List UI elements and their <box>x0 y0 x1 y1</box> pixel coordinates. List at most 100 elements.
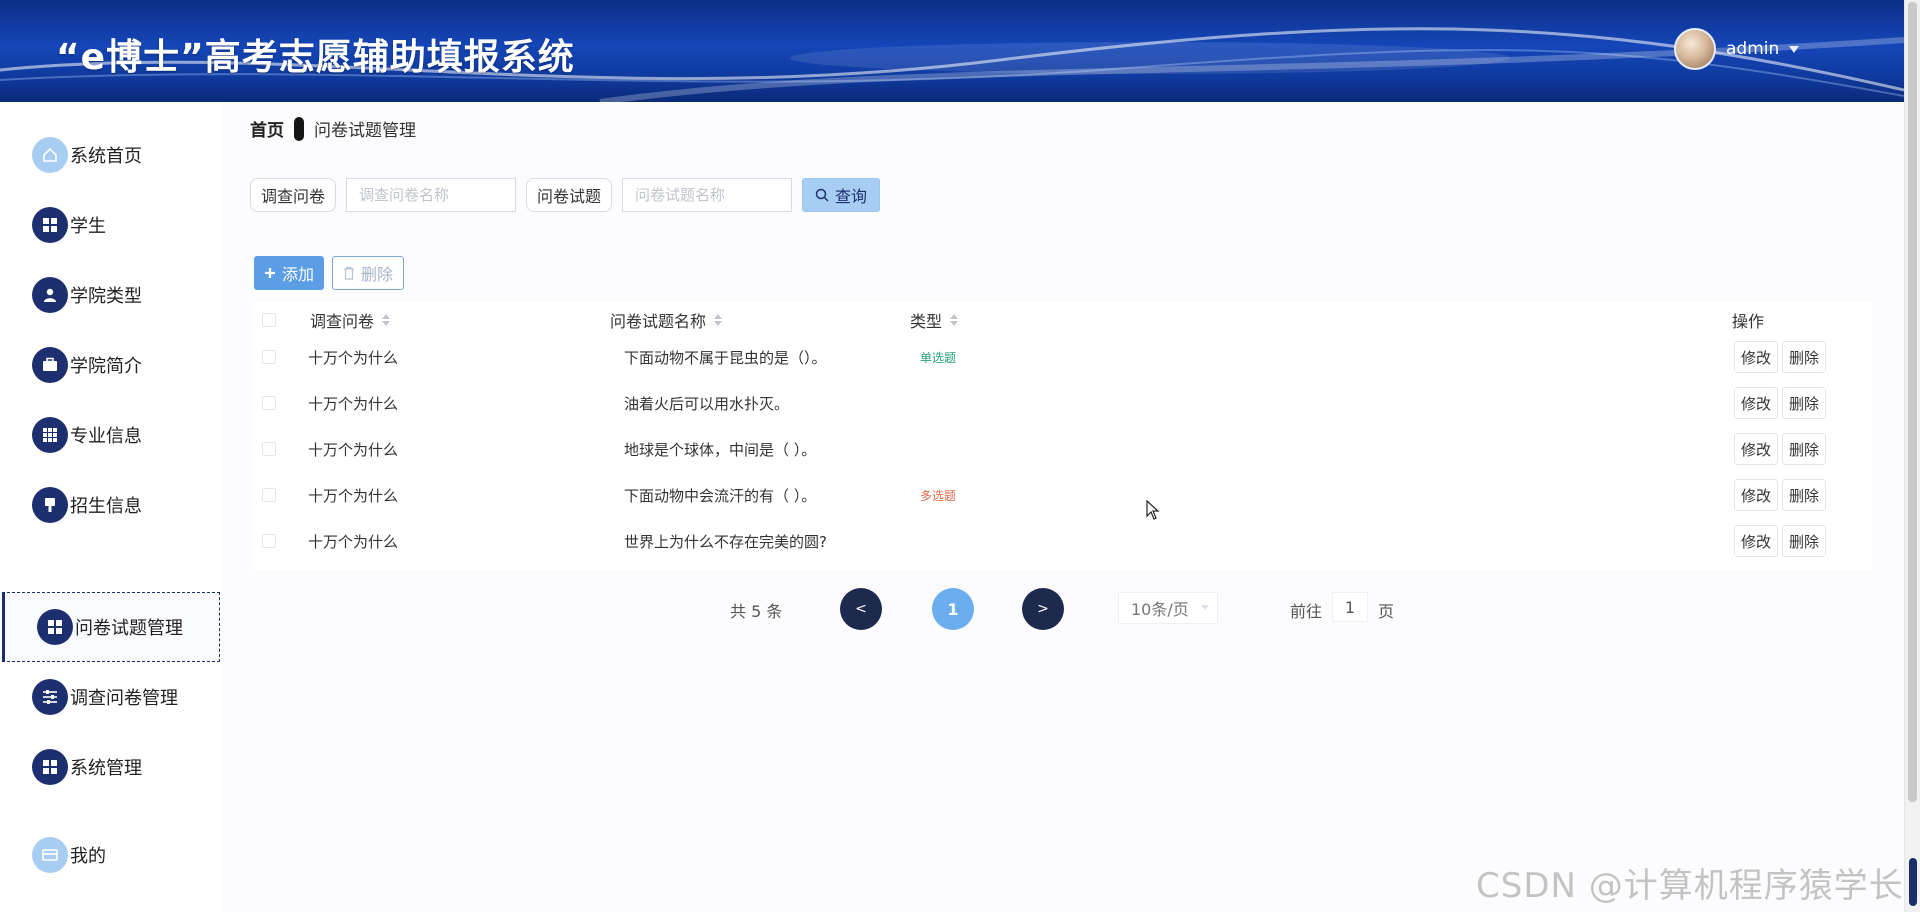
cell-survey: 十万个为什么 <box>308 440 399 459</box>
batch-delete-label: 删除 <box>361 265 394 284</box>
table-row[interactable]: 十万个为什么 地球是个球体，中间是（ ）。 修改 删除 <box>252 426 1872 472</box>
edit-button[interactable]: 修改 <box>1734 387 1779 419</box>
add-button[interactable]: 添加 <box>254 256 325 290</box>
type-badge: 多选题 <box>920 488 957 503</box>
next-page-button[interactable]: > <box>1022 588 1064 630</box>
sidebar-item-label: 专业信息 <box>70 426 142 447</box>
brush-icon <box>32 487 68 523</box>
row-checkbox[interactable] <box>262 488 276 502</box>
cell-question: 世界上为什么不存在完美的圆? <box>624 532 827 551</box>
briefcase-icon <box>32 347 68 383</box>
watermark: CSDN @计算机程序猿学长 <box>1476 866 1904 906</box>
survey-name-input[interactable] <box>346 178 517 212</box>
content-panel: 调查问卷 问卷试题 查询 添加 删除 调查问卷 <box>222 156 1904 912</box>
delete-button[interactable]: 删除 <box>1782 387 1827 419</box>
avatar[interactable] <box>1674 28 1716 70</box>
edit-button[interactable]: 修改 <box>1734 341 1779 373</box>
sidebar-item-college-intro[interactable]: 学院简介 <box>0 330 220 400</box>
sort-icon[interactable] <box>714 314 723 326</box>
scroll-indicator <box>1909 858 1917 906</box>
row-checkbox[interactable] <box>262 534 276 548</box>
breadcrumb-current: 问卷试题管理 <box>314 121 416 141</box>
column-header-type[interactable]: 类型 <box>910 302 959 338</box>
search-form: 调查问卷 问卷试题 查询 <box>250 178 881 212</box>
plus-icon <box>265 268 275 278</box>
sidebar-item-home[interactable]: 系统首页 <box>0 120 220 190</box>
page-number-button[interactable]: 1 <box>932 588 974 630</box>
prev-page-button[interactable]: < <box>840 588 882 630</box>
delete-button[interactable]: 删除 <box>1782 341 1827 373</box>
type-badge: 单选题 <box>920 350 957 365</box>
column-header-label: 类型 <box>910 312 943 331</box>
select-all-checkbox[interactable] <box>262 313 276 327</box>
mouse-cursor-icon <box>1146 500 1160 520</box>
grid-icon <box>32 207 68 243</box>
grid-icon <box>32 749 68 785</box>
cell-survey: 十万个为什么 <box>308 486 399 505</box>
edit-button[interactable]: 修改 <box>1734 433 1779 465</box>
column-header-label: 调查问卷 <box>310 312 375 331</box>
sidebar-item-label: 问卷试题管理 <box>75 618 183 639</box>
row-checkbox[interactable] <box>262 396 276 410</box>
sidebar-item-survey-management[interactable]: 调查问卷管理 <box>0 662 220 732</box>
breadcrumb-home[interactable]: 首页 <box>250 116 284 141</box>
edit-button[interactable]: 修改 <box>1734 525 1779 557</box>
goto-suffix: 页 <box>1378 602 1395 621</box>
user-icon <box>32 277 68 313</box>
sidebar-item-college-type[interactable]: 学院类型 <box>0 260 220 330</box>
add-button-label: 添加 <box>282 265 315 284</box>
row-checkbox[interactable] <box>262 442 276 456</box>
scrollbar-thumb[interactable] <box>1908 2 1917 802</box>
sidebar-item-major-info[interactable]: 专业信息 <box>0 400 220 470</box>
column-header-ops: 操作 <box>1732 302 1764 338</box>
sidebar-item-mine[interactable]: 我的 <box>0 820 220 890</box>
row-checkbox[interactable] <box>262 350 276 364</box>
edit-button[interactable]: 修改 <box>1734 479 1779 511</box>
question-field-label: 问卷试题 <box>526 178 613 212</box>
sidebar-item-student[interactable]: 学生 <box>0 190 220 260</box>
table-row[interactable]: 十万个为什么 下面动物不属于昆虫的是（）。 单选题 修改 删除 <box>252 334 1872 380</box>
app-title: “e博士”高考志愿辅助填报系统 <box>56 37 575 78</box>
delete-button[interactable]: 删除 <box>1782 433 1827 465</box>
cell-survey: 十万个为什么 <box>308 532 399 551</box>
page-size-select[interactable]: 10条/页 <box>1118 592 1218 624</box>
user-menu[interactable]: admin <box>1674 28 1800 70</box>
main-area: 首页 问卷试题管理 调查问卷 问卷试题 查询 添加 删除 <box>222 102 1904 912</box>
sidebar-item-label: 学院简介 <box>70 356 142 377</box>
goto-page-input[interactable]: 1 <box>1332 592 1369 622</box>
caret-down-icon <box>1789 45 1800 53</box>
pagination: 共 5 条 < 1 > 10条/页 前往 1 页 <box>222 586 1904 630</box>
vertical-scrollbar[interactable] <box>1904 0 1920 912</box>
sidebar-item-label: 调查问卷管理 <box>70 688 178 709</box>
survey-field-label: 调查问卷 <box>250 178 337 212</box>
sliders-icon <box>32 679 68 715</box>
table-row[interactable]: 十万个为什么 油着火后可以用水扑灭。 修改 删除 <box>252 380 1872 426</box>
column-header-question[interactable]: 问卷试题名称 <box>610 302 723 338</box>
sidebar-item-admission-info[interactable]: 招生信息 <box>0 470 220 540</box>
column-header-survey[interactable]: 调查问卷 <box>310 302 391 338</box>
sort-icon[interactable] <box>950 314 959 326</box>
table-icon <box>32 417 68 453</box>
trash-icon <box>344 266 355 280</box>
home-icon <box>32 137 68 173</box>
grid-icon <box>37 609 73 645</box>
batch-delete-button[interactable]: 删除 <box>332 256 405 290</box>
query-button[interactable]: 查询 <box>802 178 881 212</box>
breadcrumb: 首页 问卷试题管理 <box>250 116 416 141</box>
sidebar-item-label: 招生信息 <box>70 496 142 517</box>
toolbar: 添加 删除 <box>254 256 405 290</box>
table-row[interactable]: 十万个为什么 下面动物中会流汗的有（ ）。 多选题 修改 删除 <box>252 472 1872 518</box>
breadcrumb-separator <box>294 116 304 141</box>
cell-question: 下面动物不属于昆虫的是（）。 <box>624 348 827 367</box>
sidebar-item-question-management[interactable]: 问卷试题管理 <box>2 592 220 662</box>
question-name-input[interactable] <box>622 178 793 212</box>
column-header-label: 问卷试题名称 <box>610 312 707 331</box>
sidebar-item-system-management[interactable]: 系统管理 <box>0 732 220 802</box>
delete-button[interactable]: 删除 <box>1782 525 1827 557</box>
sidebar-item-label: 系统管理 <box>70 758 142 779</box>
pagination-total: 共 5 条 <box>730 602 783 621</box>
delete-button[interactable]: 删除 <box>1782 479 1827 511</box>
table-row[interactable]: 十万个为什么 世界上为什么不存在完美的圆? 修改 删除 <box>252 518 1872 564</box>
sort-icon[interactable] <box>382 314 391 326</box>
cell-question: 下面动物中会流汗的有（ ）。 <box>624 486 817 505</box>
